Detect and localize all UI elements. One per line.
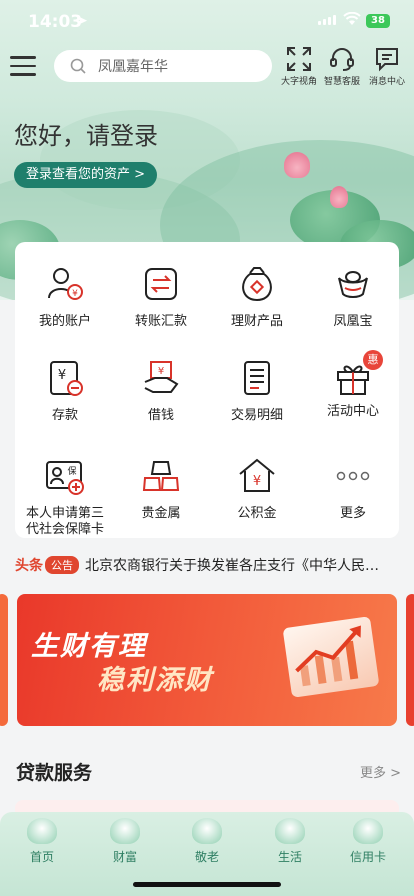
search-icon xyxy=(70,58,86,74)
greeting-text: 您好，请登录 xyxy=(14,122,158,150)
banner-prev-peek[interactable] xyxy=(0,594,8,726)
social-card-icon: 保 xyxy=(46,461,84,495)
grid-item-social-security-card[interactable]: 保 本人申请第三 代社会保障卡 xyxy=(17,456,113,538)
life-tab-icon xyxy=(275,818,305,844)
more-dots-icon xyxy=(336,471,370,481)
grid-item-more[interactable]: 更多 xyxy=(305,456,401,522)
headset-icon xyxy=(330,48,354,71)
elderly-tab-icon xyxy=(192,818,222,844)
large-font-mode-label: 大字视角 xyxy=(280,77,317,87)
gift-icon-wrapper: 惠 xyxy=(333,350,383,398)
loan-section-title: 贷款服务 xyxy=(16,762,93,784)
svg-text:¥: ¥ xyxy=(253,474,261,489)
loan-more-link[interactable]: 更多 > xyxy=(360,762,401,781)
expand-icon xyxy=(287,47,311,71)
tab-label: 敬老 xyxy=(194,850,219,864)
svg-text:¥: ¥ xyxy=(158,366,164,377)
tab-elderly[interactable]: 敬老 xyxy=(177,818,237,865)
menu-button[interactable] xyxy=(10,50,36,80)
home-tab-icon xyxy=(27,818,57,844)
grid-item-label: 贵金属 xyxy=(141,506,181,521)
grid-item-label: 交易明细 xyxy=(230,408,283,423)
login-button[interactable]: 登录查看您的资产 > xyxy=(14,162,158,188)
banner-line2: 稳利添财 xyxy=(97,665,213,696)
grid-item-my-account[interactable]: ¥ 我的账户 xyxy=(17,264,113,330)
grid-item-label: 活动中心 xyxy=(326,404,379,419)
receipt-icon xyxy=(244,361,270,395)
tab-label: 财富 xyxy=(112,850,137,864)
smart-service-button[interactable]: 智慧客服 xyxy=(319,46,365,87)
grid-item-activity-center[interactable]: 惠 活动中心 xyxy=(305,350,401,420)
grid-item-transfer[interactable]: 转账汇款 xyxy=(113,264,209,330)
grid-item-transactions[interactable]: 交易明细 xyxy=(209,358,305,424)
search-input[interactable]: 凤凰嘉年华 xyxy=(54,50,272,82)
borrow-icon: ¥ xyxy=(144,361,179,393)
promo-badge: 惠 xyxy=(363,350,383,370)
promo-banner[interactable]: 生财有理 稳利添财 xyxy=(17,594,397,726)
message-icon xyxy=(376,48,398,72)
grid-item-housing-fund[interactable]: ¥ 公积金 xyxy=(209,456,305,522)
wealth-tab-icon xyxy=(110,818,140,844)
tab-credit-card[interactable]: 信用卡 xyxy=(338,818,398,865)
status-time: 14:03 xyxy=(28,12,83,32)
smart-service-label: 智慧客服 xyxy=(323,77,360,87)
grid-item-label: 理财产品 xyxy=(230,314,283,329)
tab-home[interactable]: 首页 xyxy=(12,818,72,865)
ingot-icon xyxy=(338,271,368,298)
grid-item-precious-metals[interactable]: 贵金属 xyxy=(113,456,209,522)
grid-item-label-line1: 本人申请第三 xyxy=(25,506,104,521)
grid-item-label: 凤凰宝 xyxy=(333,314,373,329)
grid-item-deposit[interactable]: ¥ 存款 xyxy=(17,358,113,424)
message-center-label: 消息中心 xyxy=(368,77,405,87)
location-arrow-icon: ➤ xyxy=(76,13,88,29)
grid-item-label: 公积金 xyxy=(237,506,277,521)
transfer-icon xyxy=(145,268,177,300)
lotus-flower-decoration xyxy=(284,152,310,178)
ticker-text[interactable]: 北京农商银行关于换发崔各庄支行《中华人民… xyxy=(85,555,379,575)
grid-item-label: 更多 xyxy=(339,506,366,521)
battery-icon: 38 xyxy=(366,14,390,28)
search-placeholder: 凤凰嘉年华 xyxy=(98,58,168,74)
grid-item-label: 借钱 xyxy=(147,408,174,423)
account-icon: ¥ xyxy=(48,268,83,300)
tab-life[interactable]: 生活 xyxy=(260,818,320,865)
home-indicator xyxy=(133,882,281,887)
grid-item-borrow[interactable]: ¥ 借钱 xyxy=(113,358,209,424)
chart-arrow-icon xyxy=(295,625,361,687)
tab-label: 生活 xyxy=(277,850,302,864)
deposit-icon: ¥ xyxy=(50,361,83,396)
gold-bars-icon xyxy=(142,461,180,491)
money-bag-icon xyxy=(242,267,272,302)
grid-item-wealth-products[interactable]: 理财产品 xyxy=(209,264,305,330)
house-fund-icon: ¥ xyxy=(239,458,275,492)
wifi-icon xyxy=(343,12,361,25)
banner-next-peek[interactable] xyxy=(406,594,414,726)
ticker-headline-label: 头条 xyxy=(15,558,43,574)
large-font-mode-button[interactable]: 大字视角 xyxy=(276,46,322,87)
credit-card-tab-icon xyxy=(353,818,383,844)
function-grid-card: ¥ 我的账户 转账汇款 理财产品 凤凰宝 ¥ 存款 ¥ 借钱 交易明细 惠 活动… xyxy=(15,242,399,538)
tab-label: 信用卡 xyxy=(349,850,386,864)
svg-text:¥: ¥ xyxy=(72,289,78,299)
grid-item-label: 转账汇款 xyxy=(134,314,187,329)
cellular-signal-icon xyxy=(318,15,336,25)
news-ticker[interactable]: 头条 公告 北京农商银行关于换发崔各庄支行《中华人民… xyxy=(15,554,399,576)
grid-item-label: 我的账户 xyxy=(38,314,91,329)
grid-item-label: 存款 xyxy=(51,408,78,423)
rising-chart-illustration xyxy=(282,616,380,698)
grid-item-label: 本人申请第三 代社会保障卡 xyxy=(17,506,113,538)
grid-item-label-line2: 代社会保障卡 xyxy=(25,522,104,537)
tab-label: 首页 xyxy=(29,850,54,864)
status-bar: 14:03 ➤ 38 xyxy=(0,0,414,44)
tab-wealth[interactable]: 财富 xyxy=(95,818,155,865)
ticker-tag: 公告 xyxy=(45,556,79,574)
svg-text:¥: ¥ xyxy=(58,368,66,383)
grid-item-fenghuangbao[interactable]: 凤凰宝 xyxy=(305,264,401,330)
message-center-button[interactable]: 消息中心 xyxy=(364,46,410,87)
lotus-flower-decoration xyxy=(330,186,348,208)
svg-text:保: 保 xyxy=(67,465,76,477)
